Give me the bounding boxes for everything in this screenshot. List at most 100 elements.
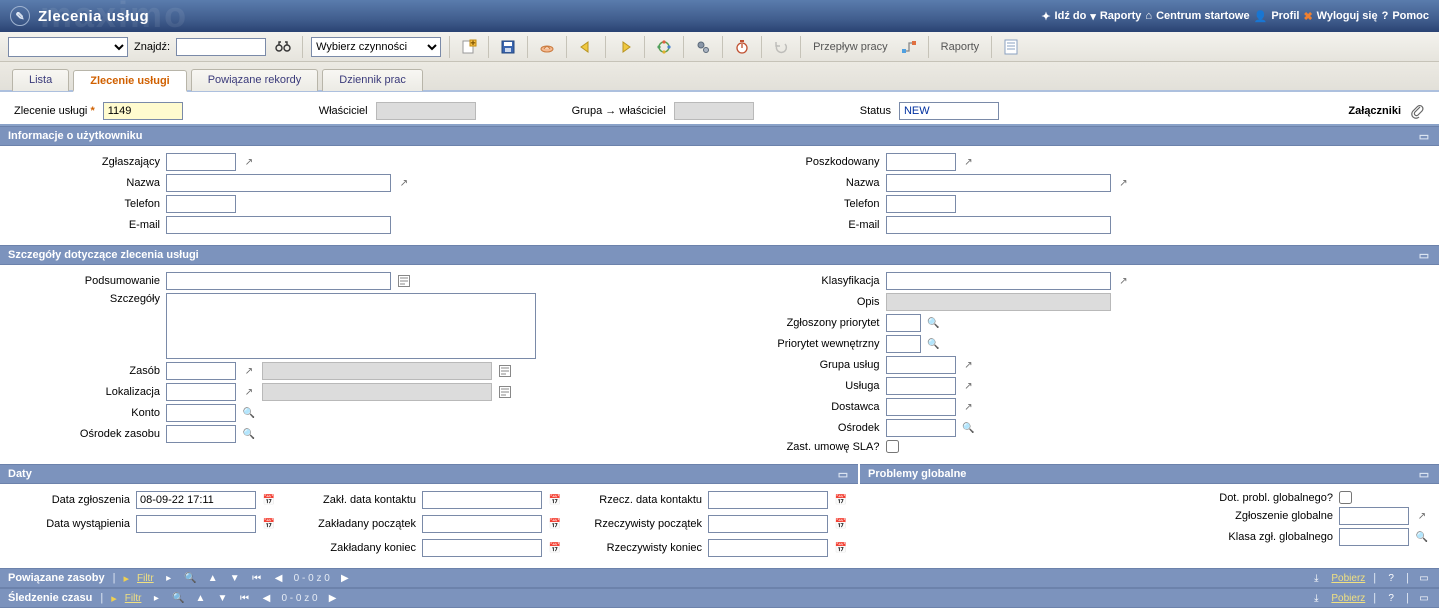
actual-start-input[interactable] [708, 515, 828, 533]
help-icon[interactable]: ? [1384, 591, 1398, 605]
detail-menu-icon[interactable]: ↗ [242, 385, 256, 399]
prev-page-icon[interactable]: ◀ [272, 571, 286, 585]
occurred-date-input[interactable] [136, 515, 256, 533]
route-icon[interactable] [898, 36, 920, 58]
detail-menu-icon[interactable]: ↗ [1117, 176, 1131, 190]
detail-menu-icon[interactable]: ↗ [962, 358, 976, 372]
lookup-icon[interactable]: 🔍 [927, 337, 941, 351]
site-input[interactable] [886, 419, 956, 437]
nav-reports[interactable]: Raporty [1100, 10, 1142, 22]
new-record-icon[interactable]: ✚ [458, 36, 480, 58]
assetsite-input[interactable] [166, 425, 236, 443]
calendar-icon[interactable]: 📅 [548, 493, 562, 507]
detail-menu-icon[interactable]: ↗ [242, 364, 256, 378]
vendor-input[interactable] [886, 398, 956, 416]
next-record-icon[interactable] [614, 36, 636, 58]
sort-up-icon[interactable]: ▲ [193, 591, 207, 605]
undo-icon[interactable] [770, 36, 792, 58]
workflow-label[interactable]: Przepływ pracy [809, 41, 892, 53]
actual-contact-input[interactable] [708, 491, 828, 509]
nav-logout[interactable]: Wyloguj się [1317, 10, 1378, 22]
binoculars-icon[interactable] [272, 36, 294, 58]
filter-link[interactable]: Filtr [125, 593, 142, 604]
download-link[interactable]: Pobierz [1331, 573, 1365, 584]
longdesc-icon[interactable] [498, 364, 512, 378]
prev-page-icon[interactable]: ◀ [259, 591, 273, 605]
longdesc-icon[interactable] [498, 385, 512, 399]
gears-icon[interactable] [692, 36, 714, 58]
calendar-icon[interactable]: 📅 [548, 517, 562, 531]
next-page-icon[interactable]: ▶ [338, 571, 352, 585]
minimize-icon[interactable]: ▭ [836, 467, 850, 481]
calendar-icon[interactable]: 📅 [834, 493, 848, 507]
binoculars-icon[interactable]: 🔍 [171, 591, 185, 605]
isglobal-checkbox[interactable] [1339, 491, 1352, 504]
nav-start[interactable]: Centrum startowe [1156, 10, 1250, 22]
calendar-icon[interactable]: 📅 [262, 493, 276, 507]
affected-input[interactable] [886, 153, 956, 171]
reports-label[interactable]: Raporty [937, 41, 984, 53]
global-ticket-input[interactable] [1339, 507, 1409, 525]
quick-select[interactable] [8, 37, 128, 57]
lookup-icon[interactable]: 🔍 [927, 316, 941, 330]
detail-menu-icon[interactable]: ↗ [962, 379, 976, 393]
nav-help[interactable]: Pomoc [1392, 10, 1429, 22]
tab-list[interactable]: Lista [12, 69, 69, 91]
location-input[interactable] [166, 383, 236, 401]
target-contact-input[interactable] [422, 491, 542, 509]
first-page-icon[interactable]: ⏮ [237, 591, 251, 605]
next-page-icon[interactable]: ▶ [326, 591, 340, 605]
reportedby-phone-input[interactable] [166, 195, 236, 213]
report-page-icon[interactable] [1000, 36, 1022, 58]
binoculars-icon[interactable]: 🔍 [184, 571, 198, 585]
apply-sla-checkbox[interactable] [886, 440, 899, 453]
stopwatch-icon[interactable] [731, 36, 753, 58]
tab-log[interactable]: Dziennik prac [322, 69, 423, 91]
account-input[interactable] [166, 404, 236, 422]
reported-priority-input[interactable] [886, 314, 921, 332]
affected-name-input[interactable] [886, 174, 1111, 192]
calendar-icon[interactable]: 📅 [834, 517, 848, 531]
global-class-input[interactable] [1339, 528, 1409, 546]
target-finish-input[interactable] [422, 539, 542, 557]
target-start-input[interactable] [422, 515, 542, 533]
asset-input[interactable] [166, 362, 236, 380]
detail-menu-icon[interactable]: ↗ [242, 155, 256, 169]
reportedby-email-input[interactable] [166, 216, 391, 234]
detail-menu-icon[interactable]: ↗ [962, 400, 976, 414]
sort-down-icon[interactable]: ▼ [215, 591, 229, 605]
minimize-icon[interactable]: ▭ [1417, 129, 1431, 143]
help-icon[interactable]: ? [1384, 571, 1398, 585]
sr-id-input[interactable] [103, 102, 183, 120]
first-page-icon[interactable]: ⏮ [250, 571, 264, 585]
nav-goto[interactable]: Idź do [1055, 10, 1087, 22]
service-group-input[interactable] [886, 356, 956, 374]
classification-input[interactable] [886, 272, 1111, 290]
status-icon[interactable] [653, 36, 675, 58]
actual-finish-input[interactable] [708, 539, 828, 557]
reportedby-input[interactable] [166, 153, 236, 171]
reported-date-input[interactable] [136, 491, 256, 509]
details-textarea[interactable] [166, 293, 536, 359]
reportedby-name-input[interactable] [166, 174, 391, 192]
minimize-icon[interactable]: ▭ [1417, 248, 1431, 262]
calendar-icon[interactable]: 📅 [834, 541, 848, 555]
download-icon[interactable]: ⤓ [1309, 591, 1323, 605]
detail-menu-icon[interactable]: ↗ [962, 155, 976, 169]
chevron-right-icon[interactable]: ▸ [149, 591, 163, 605]
download-icon[interactable]: ⤓ [1309, 571, 1323, 585]
sort-down-icon[interactable]: ▼ [228, 571, 242, 585]
longdesc-icon[interactable] [397, 274, 411, 288]
tab-sr[interactable]: Zlecenie usługi [73, 70, 186, 92]
detail-menu-icon[interactable]: ↗ [1415, 509, 1429, 523]
status-field[interactable] [899, 102, 999, 120]
paperclip-icon[interactable] [1409, 103, 1425, 119]
prev-record-icon[interactable] [575, 36, 597, 58]
nav-profile[interactable]: Profil [1271, 10, 1299, 22]
service-input[interactable] [886, 377, 956, 395]
calendar-icon[interactable]: 📅 [262, 517, 276, 531]
select-action[interactable]: Wybierz czynności [311, 37, 441, 57]
lookup-icon[interactable]: 🔍 [1415, 530, 1429, 544]
maximize-icon[interactable]: ▭ [1417, 591, 1431, 605]
clear-icon[interactable] [536, 36, 558, 58]
